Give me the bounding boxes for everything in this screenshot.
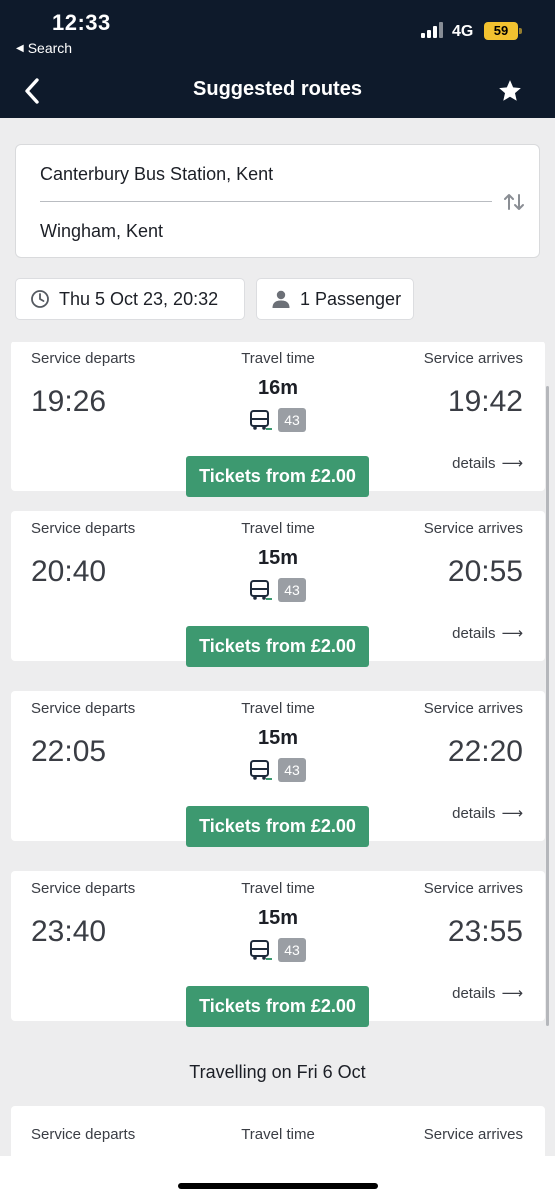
route-number-badge: 43	[278, 577, 306, 602]
from-field[interactable]: Canterbury Bus Station, Kent	[40, 164, 273, 185]
details-label: details	[452, 454, 496, 472]
journey-card[interactable]: Service departs Travel time Service arri…	[11, 871, 545, 1027]
arrow-right-icon: ⟶	[501, 985, 523, 1002]
home-indicator[interactable]	[178, 1183, 378, 1189]
tickets-button[interactable]: Tickets from £2.00	[186, 456, 369, 497]
results-list: Service departs Travel time Service arri…	[0, 342, 555, 1156]
route-number-badge: 43	[278, 407, 306, 432]
favourite-button[interactable]	[496, 78, 524, 104]
network-type: 4G	[452, 23, 474, 40]
arrives-label: Service arrives	[423, 880, 523, 897]
date-section-header: Travelling on Fri 6 Oct	[189, 1062, 366, 1082]
scrollbar[interactable]	[546, 386, 549, 1026]
star-icon	[499, 80, 521, 101]
journey-card[interactable]: Service departs Travel time Service arri…	[11, 511, 545, 667]
passenger-picker[interactable]: 1 Passenger	[256, 278, 414, 320]
arrow-right-icon: ⟶	[501, 625, 523, 642]
arrives-label: Service arrives	[423, 700, 523, 717]
bus-icon	[250, 409, 272, 430]
arrives-label: Service arrives	[423, 520, 523, 537]
status-time: 12:33	[52, 10, 111, 35]
to-field[interactable]: Wingham, Kent	[40, 221, 163, 242]
arrival-time: 19:42	[447, 385, 523, 418]
journey-card[interactable]: Service departs Travel time Service arri…	[11, 342, 545, 497]
bus-icon	[250, 759, 272, 780]
date-time-picker[interactable]: Thu 5 Oct 23, 20:32	[15, 278, 245, 320]
details-label: details	[452, 624, 496, 642]
details-link[interactable]: details ⟶	[452, 804, 523, 823]
details-link[interactable]: details ⟶	[452, 624, 523, 643]
swap-arrows-icon	[504, 194, 524, 210]
bus-icon	[250, 579, 272, 600]
service-info: 43	[249, 577, 307, 602]
battery-tip	[519, 28, 522, 34]
tickets-button[interactable]: Tickets from £2.00	[186, 626, 369, 667]
route-selector: Canterbury Bus Station, Kent Wingham, Ke…	[15, 144, 540, 258]
arrival-time: 22:20	[447, 735, 523, 768]
clock-icon	[31, 290, 49, 308]
app-header: 12:33 ◀ Search 4G 59 Suggested routes	[0, 0, 555, 118]
route-number-badge: 43	[278, 757, 306, 782]
route-divider	[40, 201, 492, 202]
signal-icon	[421, 22, 445, 38]
tickets-button[interactable]: Tickets from £2.00	[186, 806, 369, 847]
back-to-app-label: Search	[27, 40, 73, 56]
bottom-safe-area	[0, 1156, 555, 1200]
service-info: 43	[249, 407, 307, 432]
arrival-time: 23:55	[447, 915, 523, 948]
details-label: details	[452, 984, 496, 1002]
arrow-right-icon: ⟶	[501, 805, 523, 822]
arrow-right-icon: ⟶	[501, 455, 523, 472]
back-triangle-icon: ◀	[16, 42, 24, 54]
swap-button[interactable]	[502, 191, 526, 213]
arrives-label: Service arrives	[423, 350, 523, 367]
page-title: Suggested routes	[193, 78, 362, 100]
battery-icon: 59	[484, 22, 518, 40]
date-time-label: Thu 5 Oct 23, 20:32	[59, 288, 219, 309]
passenger-label: 1 Passenger	[300, 288, 402, 309]
details-label: details	[452, 804, 496, 822]
tickets-button[interactable]: Tickets from £2.00	[186, 986, 369, 1027]
person-icon	[272, 290, 290, 308]
arrives-label: Service arrives	[423, 1126, 523, 1143]
back-to-app-link[interactable]: ◀ Search	[16, 40, 72, 56]
details-link[interactable]: details ⟶	[452, 454, 523, 473]
bus-icon	[250, 939, 272, 960]
journey-card[interactable]: Service departs Travel time Service arri…	[11, 691, 545, 847]
details-link[interactable]: details ⟶	[452, 984, 523, 1003]
journey-card[interactable]: Service departs Travel time Service arri…	[11, 1106, 545, 1156]
route-number-badge: 43	[278, 937, 306, 962]
service-info: 43	[249, 757, 307, 782]
arrival-time: 20:55	[447, 555, 523, 588]
service-info: 43	[249, 937, 307, 962]
